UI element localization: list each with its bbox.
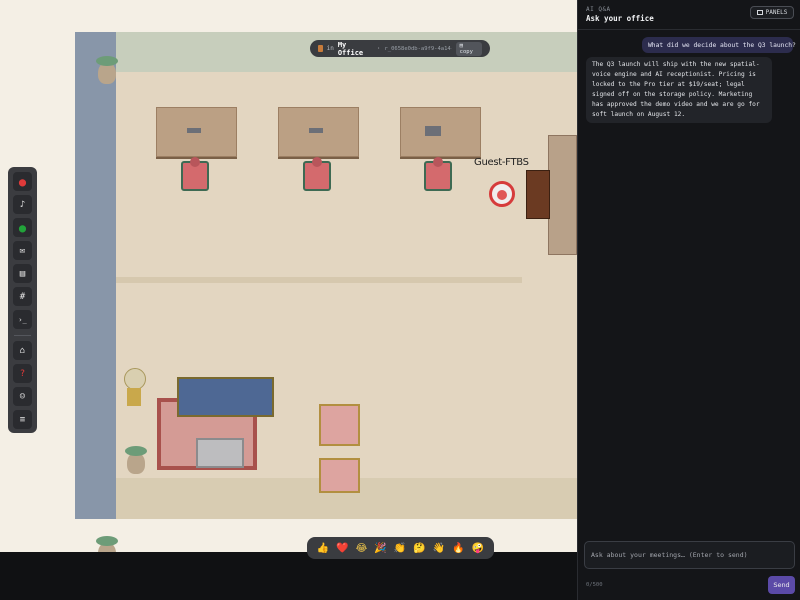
left-wall xyxy=(75,32,116,519)
clap-emoji[interactable]: 👏 xyxy=(394,543,406,554)
help-icon[interactable]: ? xyxy=(13,364,32,383)
chair-2[interactable] xyxy=(303,157,331,191)
desk-3[interactable] xyxy=(400,107,481,157)
panels-icon xyxy=(756,10,763,15)
microphone-icon[interactable]: ♪ xyxy=(13,195,32,214)
monitor xyxy=(309,128,323,133)
office-map[interactable]: Guest-FTBS xyxy=(0,0,577,564)
party-emoji[interactable]: 🎉 xyxy=(374,543,386,554)
menu-icon[interactable]: ≡ xyxy=(13,410,32,429)
side-table-2[interactable] xyxy=(319,458,360,493)
chair-3[interactable] xyxy=(424,157,452,191)
emoji-reaction-bar: 👍 ❤️ 😂 🎉 👏 🤔 👋 🔥 🤪 xyxy=(307,537,494,559)
zany-emoji[interactable]: 🤪 xyxy=(472,543,484,554)
assistant-icon[interactable]: ☺ xyxy=(13,387,32,406)
thinking-emoji[interactable]: 🤔 xyxy=(413,543,425,554)
guest-name-label: Guest-FTBS xyxy=(474,157,529,168)
floor-divider xyxy=(116,277,522,283)
wave-emoji[interactable]: 👋 xyxy=(433,543,445,554)
bottom-bar xyxy=(0,552,577,600)
lamp-icon xyxy=(124,368,146,408)
panel-header: AI Q&A Ask your office PANELS xyxy=(578,0,800,30)
chair-1[interactable] xyxy=(181,157,209,191)
copy-label: copy xyxy=(459,48,473,55)
monitor xyxy=(187,128,201,133)
notes-icon[interactable]: ▤ xyxy=(13,264,32,283)
side-table-1[interactable] xyxy=(319,404,360,446)
character-counter: 0/500 xyxy=(586,582,603,588)
user-message: What did we decide about the Q3 launch? xyxy=(642,37,796,53)
laughing-emoji[interactable]: 😂 xyxy=(356,543,368,554)
room-id: r_0658e0db-a9f9-4a14-… xyxy=(384,45,452,52)
chat-icon[interactable]: ✉ xyxy=(13,241,32,260)
record-icon[interactable]: ● xyxy=(13,172,32,191)
room-name: My Office xyxy=(337,40,364,57)
left-toolbar: ● ♪ ● ✉ ▤ # ›_ ⌂ ? ☺ ≡ xyxy=(8,167,37,433)
panels-button[interactable]: PANELS xyxy=(750,6,794,19)
lounge-sofa[interactable] xyxy=(177,377,274,417)
copy-room-id-button[interactable]: ▤ copy xyxy=(455,41,482,56)
plant-icon xyxy=(96,56,118,84)
send-button[interactable]: Send xyxy=(768,576,795,594)
heart-emoji[interactable]: ❤️ xyxy=(336,543,348,554)
camera-icon[interactable]: ● xyxy=(13,218,32,237)
separator-dot: · xyxy=(376,45,381,52)
panel-title: Ask your office xyxy=(586,14,654,23)
panel-kicker: AI Q&A xyxy=(586,6,611,13)
door-icon xyxy=(318,45,323,52)
games-icon[interactable]: ⌂ xyxy=(13,341,32,360)
toolbar-divider xyxy=(14,335,31,336)
question-input[interactable] xyxy=(585,542,794,568)
thumbs-up-emoji[interactable]: 👍 xyxy=(317,543,329,554)
fire-emoji[interactable]: 🔥 xyxy=(452,543,464,554)
assistant-message: The Q3 launch will ship with the new spa… xyxy=(586,57,772,123)
question-composer xyxy=(584,541,795,569)
room-prefix: in xyxy=(326,45,334,52)
room-indicator: in My Office · r_0658e0db-a9f9-4a14-… ▤ … xyxy=(310,40,490,57)
plant-icon xyxy=(125,446,147,474)
monitor xyxy=(425,126,441,136)
guest-avatar[interactable] xyxy=(489,181,515,207)
panels-label: PANELS xyxy=(765,9,788,16)
channels-icon[interactable]: # xyxy=(13,287,32,306)
lounge-tv[interactable] xyxy=(196,438,244,468)
desk-2[interactable] xyxy=(278,107,359,157)
office-door[interactable] xyxy=(526,170,550,219)
side-cabinet xyxy=(548,135,577,255)
ai-qa-panel: AI Q&A Ask your office PANELS What did w… xyxy=(577,0,800,600)
terminal-icon[interactable]: ›_ xyxy=(13,310,32,329)
desk-1[interactable] xyxy=(156,107,237,157)
